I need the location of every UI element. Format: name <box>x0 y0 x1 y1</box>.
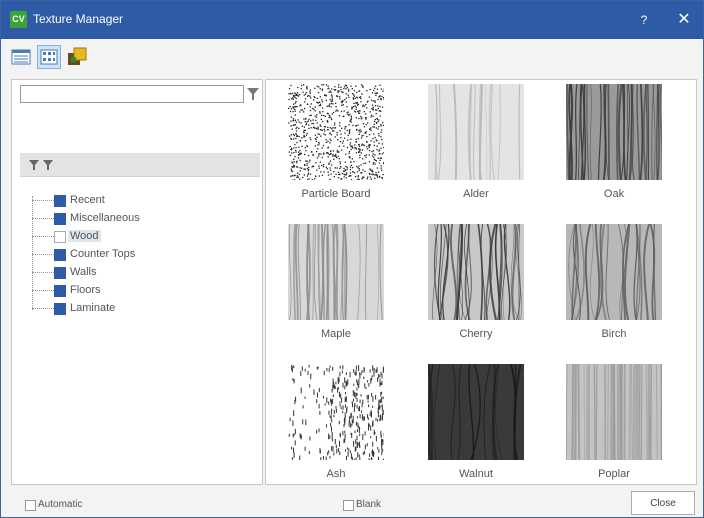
texture-name: Birch <box>601 328 627 340</box>
automatic-checkbox[interactable]: Automatic <box>25 499 105 513</box>
add-filter-icon[interactable] <box>28 158 40 172</box>
grid-view-icon <box>40 49 58 65</box>
folder-icon <box>54 213 66 225</box>
tree-item-laminate[interactable]: Laminate <box>48 300 248 318</box>
list-view-icon <box>11 49 31 65</box>
texture-thumbnail <box>288 84 384 180</box>
texture-name: Ash <box>326 468 346 480</box>
category-panel: Recent Miscellaneous Wood Counter Tops W… <box>11 79 263 485</box>
search-input[interactable] <box>20 85 244 103</box>
texture-thumbnail <box>288 224 384 320</box>
texture-editor-icon <box>68 47 87 65</box>
texture-manager-window: CV Texture Manager ? ✕ Recent Miscellane… <box>0 0 704 518</box>
tree-item-wood[interactable]: Wood <box>48 228 248 246</box>
tree-item-label: Recent <box>70 194 105 206</box>
texture-tile-poplar[interactable]: Poplar <box>564 364 664 486</box>
window-close-button[interactable]: ✕ <box>673 9 695 31</box>
texture-thumbnail <box>566 84 662 180</box>
checkbox-label: Automatic <box>38 499 83 510</box>
checkbox-box <box>343 500 354 511</box>
texture-thumbnail <box>428 364 524 460</box>
category-tree: Recent Miscellaneous Wood Counter Tops W… <box>20 190 260 480</box>
tree-item-walls[interactable]: Walls <box>48 264 248 282</box>
texture-thumbnail <box>428 224 524 320</box>
tree-item-counter-tops[interactable]: Counter Tops <box>48 246 248 264</box>
remove-filter-icon[interactable] <box>42 158 54 172</box>
texture-name: Walnut <box>459 468 493 480</box>
folder-icon <box>54 195 66 207</box>
list-view-button[interactable] <box>9 45 33 69</box>
tree-item-floors[interactable]: Floors <box>48 282 248 300</box>
tree-item-label: Floors <box>70 284 101 296</box>
texture-tile-walnut[interactable]: Walnut <box>426 364 526 486</box>
folder-icon <box>54 285 66 297</box>
texture-tile-cherry[interactable]: Cherry <box>426 224 526 346</box>
texture-tile-oak[interactable]: Oak <box>564 84 664 206</box>
title-bar[interactable]: CV Texture Manager ? ✕ <box>1 1 703 39</box>
tree-connector <box>32 196 33 310</box>
app-logo-icon: CV <box>10 11 27 28</box>
texture-tile-ash[interactable]: Ash <box>286 364 386 486</box>
texture-tile-alder[interactable]: Alder <box>426 84 526 206</box>
folder-icon <box>54 267 66 279</box>
texture-name: Particle Board <box>301 188 371 200</box>
texture-thumbnail <box>566 224 662 320</box>
checkbox-box <box>25 500 36 511</box>
texture-name: Cherry <box>459 328 493 340</box>
grid-view-button[interactable] <box>37 45 61 69</box>
filter-list[interactable] <box>20 105 260 153</box>
texture-name: Maple <box>321 328 351 340</box>
texture-thumbnail <box>566 364 662 460</box>
texture-thumbnail <box>288 364 384 460</box>
folder-icon <box>54 249 66 261</box>
texture-name: Alder <box>463 188 489 200</box>
texture-grid: Particle Board Alder Oak Maple Cherry Bi… <box>265 79 697 485</box>
filter-bar <box>20 153 260 177</box>
texture-name: Poplar <box>598 468 630 480</box>
help-button[interactable]: ? <box>635 11 653 29</box>
tree-item-label: Laminate <box>70 302 116 314</box>
blank-checkbox[interactable]: Blank <box>343 499 403 513</box>
texture-thumbnail <box>428 84 524 180</box>
texture-name: Oak <box>603 188 625 200</box>
texture-editor-button[interactable] <box>65 45 89 69</box>
window-title: Texture Manager <box>33 12 124 26</box>
folder-icon <box>54 303 66 315</box>
tree-item-label: Wood <box>68 230 101 242</box>
texture-tile-maple[interactable]: Maple <box>286 224 386 346</box>
tree-item-label: Miscellaneous <box>70 212 140 224</box>
folder-icon <box>54 231 66 243</box>
tree-item-miscellaneous[interactable]: Miscellaneous <box>48 210 248 228</box>
filter-icon[interactable] <box>246 86 260 102</box>
checkbox-label: Blank <box>356 499 382 510</box>
texture-tile-birch[interactable]: Birch <box>564 224 664 346</box>
toolbar <box>1 39 703 75</box>
tree-item-label: Counter Tops <box>70 248 136 260</box>
close-button[interactable]: Close <box>631 491 695 515</box>
texture-tile-particle-board[interactable]: Particle Board <box>286 84 386 206</box>
tree-item-recent[interactable]: Recent <box>48 192 248 210</box>
tree-item-label: Walls <box>70 266 97 278</box>
